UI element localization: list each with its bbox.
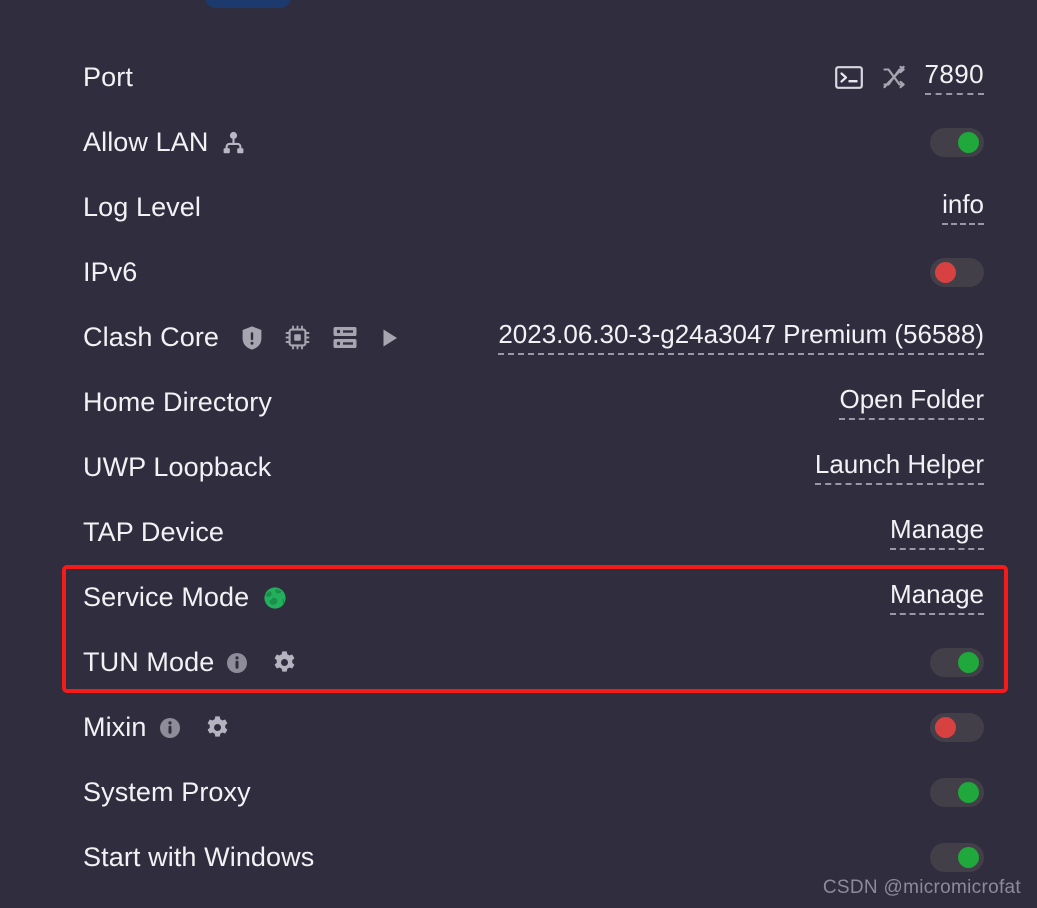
cpu-chip-icon[interactable] (285, 325, 310, 350)
row-controls (930, 778, 984, 807)
launch-helper-link[interactable]: Launch Helper (814, 450, 984, 485)
toggle-knob (958, 847, 979, 868)
row-label-group: Home Directory (83, 387, 272, 418)
setting-label-ipv6: IPv6 (83, 257, 138, 287)
setting-row-log-level: Log Level info (0, 175, 1037, 240)
gear-icon[interactable] (272, 650, 297, 675)
network-sitemap-icon[interactable] (222, 131, 245, 155)
row-controls (930, 648, 984, 677)
open-folder-link[interactable]: Open Folder (839, 385, 984, 420)
globe-icon[interactable] (263, 586, 287, 610)
toggle-knob (958, 652, 979, 673)
settings-page: Port 7890 Allow LAN Log Level info IPv6 … (0, 0, 1037, 908)
service-mode-manage-link[interactable]: Manage (890, 580, 984, 615)
setting-row-clash-core: Clash Core 2023.06.30-3-g24a3047 Premium… (0, 305, 1037, 370)
row-controls: 7890 (834, 60, 984, 95)
info-icon[interactable] (226, 652, 248, 674)
row-controls: Launch Helper (814, 450, 984, 485)
mixin-toggle[interactable] (930, 713, 984, 742)
row-label-group: Allow LAN (83, 127, 245, 158)
ipv6-toggle[interactable] (930, 258, 984, 287)
server-icon[interactable] (332, 325, 358, 350)
terminal-icon[interactable] (834, 66, 863, 89)
row-label-group: Log Level (83, 192, 201, 223)
row-label-group: Port (83, 62, 133, 93)
row-label-group: UWP Loopback (83, 452, 271, 483)
setting-label-tap-device: TAP Device (83, 517, 225, 547)
row-label-group: Clash Core (83, 322, 400, 353)
row-controls (930, 258, 984, 287)
setting-row-tap-device: TAP Device Manage (0, 500, 1037, 565)
setting-row-port: Port 7890 (0, 45, 1037, 110)
allow-lan-toggle[interactable] (930, 128, 984, 157)
watermark-text: CSDN @micromicrofat (822, 877, 1021, 898)
shield-alert-icon[interactable] (241, 325, 263, 351)
tun-mode-toggle[interactable] (930, 648, 984, 677)
row-label-group: IPv6 (83, 257, 137, 288)
setting-row-mixin: Mixin (0, 695, 1037, 760)
setting-label-system-proxy: System Proxy (83, 777, 251, 807)
row-controls: Open Folder (839, 385, 984, 420)
info-icon[interactable] (159, 717, 181, 739)
row-controls: info (942, 190, 984, 225)
setting-row-system-proxy: System Proxy (0, 760, 1037, 825)
row-label-group: Service Mode (83, 582, 287, 613)
setting-row-home-directory: Home Directory Open Folder (0, 370, 1037, 435)
setting-label-start-with-windows: Start with Windows (83, 842, 315, 872)
row-controls (930, 713, 984, 742)
setting-label-port: Port (83, 62, 133, 92)
toggle-knob (958, 782, 979, 803)
log-level-value[interactable]: info (942, 190, 984, 225)
play-icon[interactable] (380, 327, 400, 349)
system-proxy-toggle[interactable] (930, 778, 984, 807)
setting-row-tun-mode: TUN Mode (0, 630, 1037, 695)
row-label-group: System Proxy (83, 777, 251, 808)
settings-row-list: Port 7890 Allow LAN Log Level info IPv6 … (0, 45, 1037, 890)
row-controls (930, 843, 984, 872)
shuffle-off-icon[interactable] (881, 64, 907, 90)
clash-core-version-value[interactable]: 2023.06.30-3-g24a3047 Premium (56588) (498, 320, 984, 355)
setting-row-uwp-loopback: UWP Loopback Launch Helper (0, 435, 1037, 500)
setting-label-tun-mode: TUN Mode (83, 647, 215, 677)
port-value[interactable]: 7890 (924, 60, 984, 95)
toggle-knob (958, 132, 979, 153)
row-label-group: TAP Device (83, 517, 224, 548)
row-controls: Manage (890, 515, 984, 550)
row-label-group: TUN Mode (83, 647, 297, 678)
top-tab-pill-partial[interactable] (205, 0, 291, 8)
gear-icon[interactable] (205, 715, 230, 740)
row-label-group: Start with Windows (83, 842, 314, 873)
tap-device-manage-link[interactable]: Manage (890, 515, 984, 550)
setting-label-log-level: Log Level (83, 192, 201, 222)
setting-row-ipv6: IPv6 (0, 240, 1037, 305)
setting-label-uwp-loopback: UWP Loopback (83, 452, 272, 482)
toggle-knob (935, 262, 956, 283)
start-with-windows-toggle[interactable] (930, 843, 984, 872)
setting-label-service-mode: Service Mode (83, 582, 250, 612)
row-controls: 2023.06.30-3-g24a3047 Premium (56588) (498, 320, 984, 355)
toggle-knob (935, 717, 956, 738)
row-controls (930, 128, 984, 157)
setting-label-mixin: Mixin (83, 712, 147, 742)
setting-row-service-mode: Service Mode Manage (0, 565, 1037, 630)
setting-row-allow-lan: Allow LAN (0, 110, 1037, 175)
setting-label-home-directory: Home Directory (83, 387, 272, 417)
setting-label-clash-core: Clash Core (83, 322, 220, 352)
row-controls: Manage (890, 580, 984, 615)
row-label-group: Mixin (83, 712, 230, 743)
setting-label-allow-lan: Allow LAN (83, 127, 209, 157)
